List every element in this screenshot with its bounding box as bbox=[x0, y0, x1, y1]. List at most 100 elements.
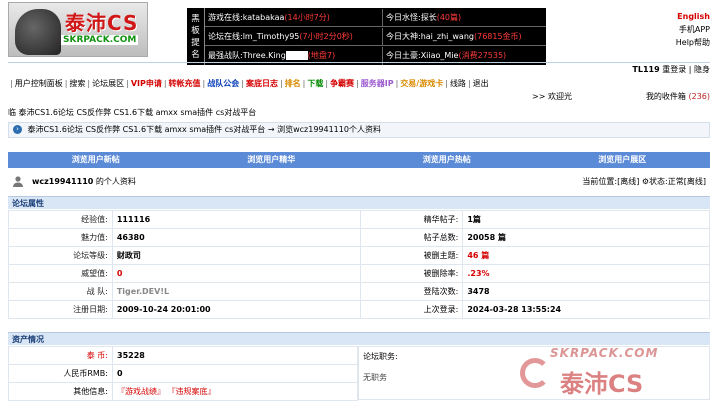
attr-label: 战 队: bbox=[8, 282, 113, 301]
menu-item[interactable]: 退出 bbox=[473, 79, 489, 88]
menu-separator: | bbox=[395, 79, 399, 88]
english-link[interactable]: English bbox=[676, 10, 710, 23]
forum-title-line[interactable]: 临 泰沛CS1.6论坛 CS反作弊 CS1.6下载 amxx sma插件 cs对… bbox=[8, 107, 256, 118]
table-row: 威望值: 0 被删除率: .23% bbox=[8, 264, 710, 283]
watermark-site: SKRPACK.COM bbox=[550, 346, 659, 360]
menu-item[interactable]: 论坛展区 bbox=[92, 79, 124, 88]
attr-label: 论坛等级: bbox=[8, 246, 113, 265]
attr-value: 2009-10-24 20:01:00 bbox=[111, 300, 361, 319]
game-online-cell[interactable]: 游戏在线:katabakaa(14小时7分) bbox=[205, 9, 383, 27]
login-bar: TL119 重登录 | 隐身 bbox=[8, 62, 710, 74]
inbox-count: (236) bbox=[688, 92, 710, 101]
attr-label: 被删主题: bbox=[359, 246, 464, 265]
attr-value: 20058 篇 bbox=[462, 228, 710, 247]
menu-separator: | bbox=[302, 79, 306, 88]
mobile-app-link[interactable]: 手机APP bbox=[676, 23, 710, 36]
welcome-text: >> 欢迎光 bbox=[532, 92, 572, 101]
watermark-swirl-icon bbox=[520, 358, 550, 388]
attr-label: 经验值: bbox=[8, 210, 113, 229]
menu-separator: | bbox=[279, 79, 283, 88]
menu-item[interactable]: 排名 bbox=[285, 79, 301, 88]
breadcrumb-current: 浏览wcz19941110个人资料 bbox=[277, 125, 381, 134]
menu-separator: | bbox=[126, 79, 129, 88]
cell-value: Xiiao_Mie bbox=[420, 51, 459, 60]
table-row: 经验值: 111116 精华帖子: 1篇 bbox=[8, 210, 710, 229]
menu-item[interactable]: 案底日志 bbox=[246, 79, 278, 88]
header: 泰沛CS SKRPACK.COM 黑 板 提 名 游戏在线:katabakaa(… bbox=[0, 0, 720, 70]
menu-item[interactable]: 争霸赛 bbox=[330, 79, 354, 88]
page: 泰沛CS SKRPACK.COM 黑 板 提 名 游戏在线:katabakaa(… bbox=[0, 0, 720, 408]
attr-value: 2024-03-28 13:55:24 bbox=[462, 300, 710, 319]
profile-username: wcz19941110 bbox=[32, 177, 94, 186]
attr-label: 帖子总数: bbox=[359, 228, 464, 247]
current-user[interactable]: TL119 bbox=[632, 65, 659, 74]
relogin-link[interactable]: 重登录 bbox=[662, 65, 686, 74]
forum-online-cell[interactable]: 论坛在线:lm_Timothy95(7小时2分0秒) bbox=[205, 28, 383, 46]
daily-god-cell[interactable]: 今日大神:hai_zhi_wang(76815金币) bbox=[383, 28, 546, 46]
tab-new-posts[interactable]: 浏览用户新帖 bbox=[8, 152, 184, 168]
cell-label: 今日土豪: bbox=[386, 51, 421, 60]
soldier-icon bbox=[15, 9, 61, 55]
status-value: 正常[离线] bbox=[667, 177, 706, 186]
menu-item[interactable]: 转帐充值 bbox=[169, 79, 201, 88]
table-row: 战 队: Tiger.DEV!L 登陆次数: 3478 bbox=[8, 282, 710, 301]
menu-item[interactable]: 服务器IP bbox=[361, 79, 394, 88]
cell-extra: (40篇) bbox=[436, 13, 462, 22]
profile-header: wcz19941110 的个人资料 当前位置:[离线] ⚙状态:正常[离线] bbox=[8, 172, 710, 190]
breadcrumb: › 泰沛CS1.6论坛 CS反作弊 CS1.6下载 amxx sma插件 cs对… bbox=[8, 122, 710, 138]
violation-record-link[interactable]: 『违规案底』 bbox=[168, 387, 216, 396]
cell-value: katabakaa bbox=[242, 13, 285, 22]
status-icon: ⚙ bbox=[641, 177, 650, 186]
menu-item[interactable]: 搜索 bbox=[69, 79, 85, 88]
menu-separator: | bbox=[163, 79, 167, 88]
menu-item[interactable]: VIP申请 bbox=[131, 79, 162, 88]
inbox-link[interactable]: 我的收件箱 (236) bbox=[646, 91, 710, 102]
cell-label: 论坛在线: bbox=[208, 32, 243, 41]
menu-item[interactable]: 交易/游戏卡 bbox=[400, 79, 443, 88]
status-label: 状态: bbox=[649, 177, 668, 186]
menu-separator: | bbox=[10, 79, 13, 88]
attr-value: 0 bbox=[111, 264, 361, 283]
attr-value: 46 篇 bbox=[462, 246, 710, 265]
menu-separator: | bbox=[325, 79, 329, 88]
assets-table: 泰 币: 35228 人民币RMB: 0 其他信息: 『游戏战绩』 『违规案底』 bbox=[8, 346, 358, 401]
tab-elite-posts[interactable]: 浏览用户精华 bbox=[184, 152, 360, 168]
cell-extra: (消费27535) bbox=[458, 51, 507, 60]
coin-value: 35228 bbox=[112, 346, 358, 365]
logo-site: SKRPACK.COM bbox=[61, 35, 139, 45]
profile-status: 当前位置:[离线] ⚙状态:正常[离线] bbox=[582, 176, 706, 187]
table-row: 泰 币: 35228 bbox=[8, 346, 358, 365]
breadcrumb-sep: → bbox=[267, 125, 275, 134]
other-info-links: 『游戏战绩』 『违规案底』 bbox=[112, 382, 358, 401]
help-link[interactable]: Help帮助 bbox=[676, 36, 710, 49]
tab-exhibits[interactable]: 浏览用户展区 bbox=[535, 152, 711, 168]
blackboard-side-label: 黑 板 提 名 bbox=[187, 8, 205, 65]
menu-item[interactable]: 用户控制面板 bbox=[15, 79, 63, 88]
table-row: 魅力值: 46380 帖子总数: 20058 篇 bbox=[8, 228, 710, 247]
menu-item[interactable]: 线路 bbox=[450, 79, 466, 88]
side-char: 板 bbox=[191, 25, 200, 36]
breadcrumb-root[interactable]: 泰沛CS1.6论坛 CS反作弊 CS1.6下载 amxx sma插件 cs对战平… bbox=[28, 125, 266, 134]
coin-label: 泰 币: bbox=[8, 346, 113, 365]
water-monster-cell[interactable]: 今日水怪:探长(40篇) bbox=[383, 9, 546, 27]
menu-separator: | bbox=[202, 79, 206, 88]
menu-item[interactable]: 下载 bbox=[307, 79, 323, 88]
invisible-link[interactable]: 隐身 bbox=[694, 65, 710, 74]
attr-label: 魅力值: bbox=[8, 228, 113, 247]
attr-value: 3478 bbox=[462, 282, 710, 301]
site-logo[interactable]: 泰沛CS SKRPACK.COM bbox=[8, 2, 148, 57]
cell-extra: (14小时7分) bbox=[284, 13, 330, 22]
arrow-right-icon: › bbox=[13, 125, 22, 134]
watermark: SKRPACK.COM 泰沛CS bbox=[520, 338, 718, 402]
top-right-links: English 手机APP Help帮助 bbox=[676, 10, 710, 49]
side-char: 黑 bbox=[191, 13, 200, 24]
user-tabs: 浏览用户新帖 浏览用户精华 浏览用户热帖 浏览用户展区 bbox=[8, 152, 710, 168]
location-value: [离线] bbox=[617, 177, 640, 186]
tab-hot-posts[interactable]: 浏览用户热帖 bbox=[359, 152, 535, 168]
game-stats-link[interactable]: 『游戏战绩』 bbox=[117, 387, 165, 396]
location-label: 当前位置: bbox=[582, 177, 618, 186]
cell-extra: (76815金币) bbox=[473, 32, 522, 41]
inbox-label: 我的收件箱 bbox=[645, 92, 686, 101]
attr-label: 上次登录: bbox=[359, 300, 464, 319]
menu-item[interactable]: 战队公会 bbox=[207, 79, 239, 88]
